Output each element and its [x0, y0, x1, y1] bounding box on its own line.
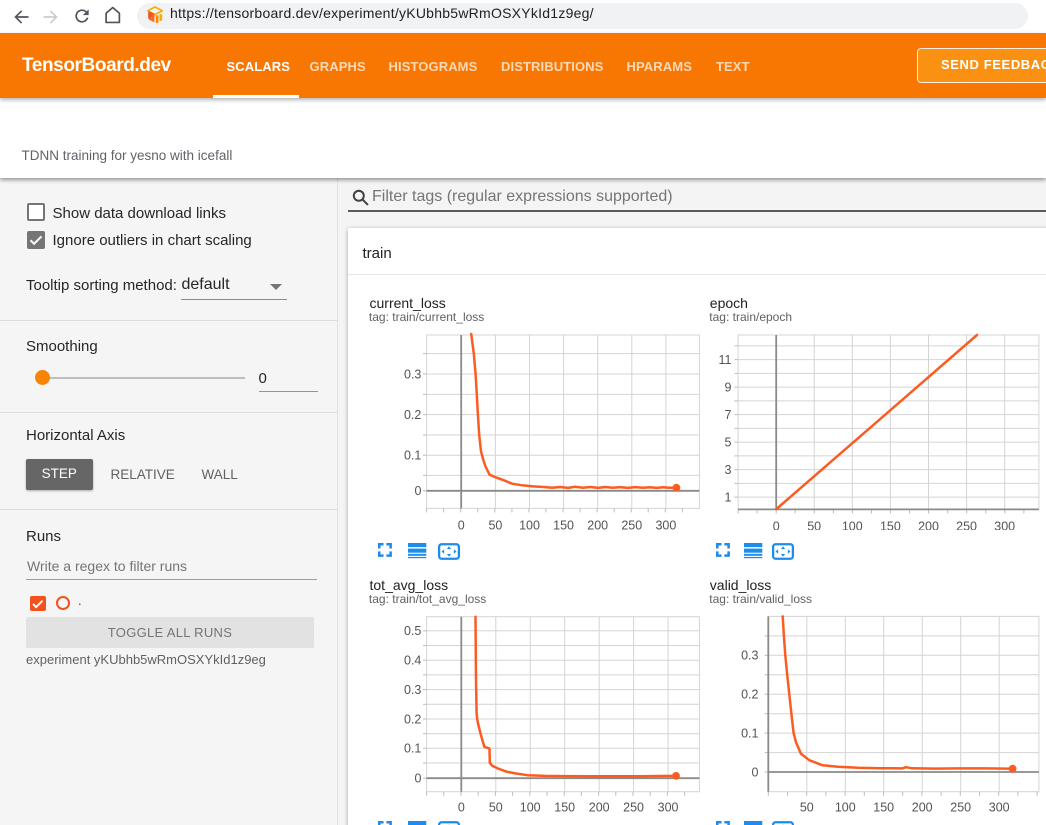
svg-text:200: 200 — [912, 801, 933, 815]
svg-text:3: 3 — [725, 463, 732, 477]
svg-text:150: 150 — [553, 519, 574, 530]
svg-text:250: 250 — [956, 520, 977, 530]
svg-text:0: 0 — [458, 801, 465, 815]
svg-text:1: 1 — [725, 490, 732, 504]
svg-text:0: 0 — [414, 772, 421, 786]
svg-text:100: 100 — [842, 520, 863, 530]
svg-text:0: 0 — [414, 484, 421, 498]
svg-text:300: 300 — [994, 520, 1015, 530]
svg-text:200: 200 — [589, 801, 610, 815]
svg-text:0.4: 0.4 — [404, 654, 421, 668]
svg-text:0.5: 0.5 — [404, 624, 421, 638]
svg-text:100: 100 — [520, 801, 541, 815]
svg-text:50: 50 — [800, 801, 814, 815]
svg-text:0.3: 0.3 — [404, 683, 421, 697]
svg-text:7: 7 — [725, 408, 732, 422]
svg-text:150: 150 — [554, 801, 575, 815]
svg-text:0.3: 0.3 — [404, 367, 421, 381]
svg-text:150: 150 — [873, 801, 894, 815]
svg-text:300: 300 — [658, 801, 679, 815]
svg-text:200: 200 — [587, 519, 608, 530]
svg-text:250: 250 — [950, 801, 971, 815]
svg-text:0.1: 0.1 — [404, 742, 421, 756]
svg-text:200: 200 — [918, 520, 939, 530]
svg-text:0: 0 — [752, 765, 759, 779]
svg-text:250: 250 — [623, 801, 644, 815]
svg-text:11: 11 — [719, 353, 732, 367]
svg-text:100: 100 — [519, 519, 540, 530]
svg-text:0: 0 — [458, 519, 465, 530]
svg-text:100: 100 — [835, 801, 856, 815]
svg-text:0: 0 — [773, 520, 780, 530]
svg-text:0.1: 0.1 — [404, 449, 421, 463]
svg-text:0.2: 0.2 — [404, 408, 421, 422]
svg-text:150: 150 — [880, 520, 901, 530]
svg-text:50: 50 — [807, 520, 821, 530]
svg-text:300: 300 — [655, 519, 676, 530]
svg-text:0.1: 0.1 — [741, 726, 758, 740]
svg-text:0.2: 0.2 — [404, 712, 421, 726]
svg-text:250: 250 — [621, 519, 642, 530]
svg-text:300: 300 — [989, 801, 1010, 815]
svg-text:50: 50 — [489, 801, 503, 815]
svg-text:0.2: 0.2 — [741, 688, 758, 702]
svg-text:0.3: 0.3 — [741, 649, 758, 663]
svg-text:50: 50 — [488, 519, 502, 530]
svg-text:9: 9 — [725, 380, 732, 394]
svg-text:5: 5 — [725, 435, 732, 449]
